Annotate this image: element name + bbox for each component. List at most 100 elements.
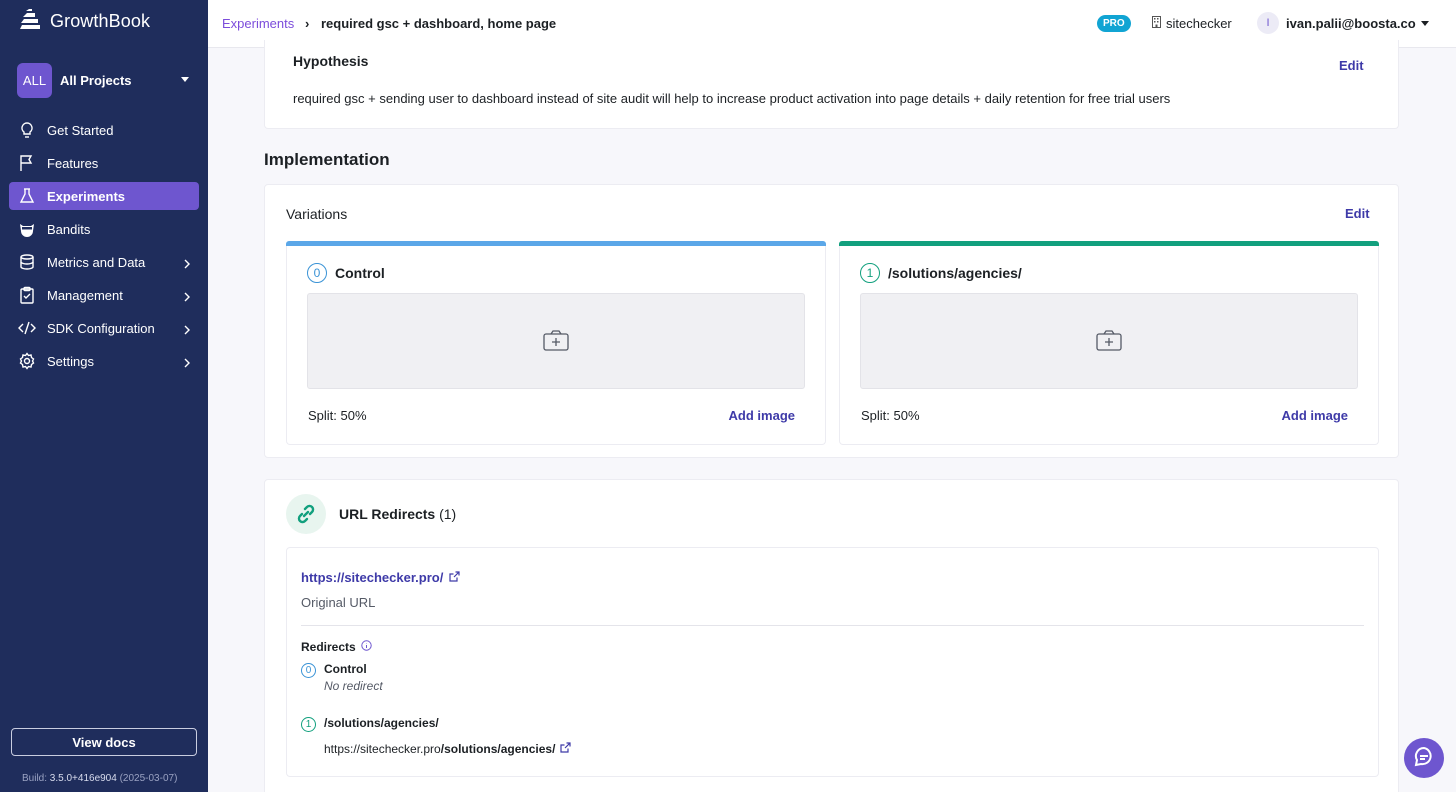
user-menu[interactable]: I ivan.palii@boosta.co [1257,12,1429,34]
sidebar-item-management[interactable]: Management [9,281,199,309]
variation-split: Split: 50% [861,408,920,423]
code-icon [18,319,36,337]
implementation-heading: Implementation [264,150,390,169]
sidebar-item-metrics-and-data[interactable]: Metrics and Data [9,248,199,276]
hypothesis-title: Hypothesis [293,53,369,69]
info-icon[interactable] [361,640,372,654]
variation-index-badge: 0 [307,263,327,283]
variations-card: Variations Edit 0 Control Split: 50% Add… [264,184,1399,458]
project-badge: ALL [17,62,52,98]
flag-icon [18,154,36,172]
org-selector[interactable]: sitechecker [1152,16,1232,31]
url-redirects-card: URL Redirects (1) https://sitechecker.pr… [264,479,1399,792]
sidebar-item-label: Get Started [47,122,114,138]
lightbulb-icon [18,121,36,139]
sidebar: GrowthBook ALL All Projects Get Started … [0,0,208,792]
variation-name: Control [335,265,385,281]
add-photo-icon [1096,329,1122,354]
growthbook-logo-icon [18,9,42,34]
sidebar-item-label: Metrics and Data [47,254,146,270]
sidebar-item-sdk-configuration[interactable]: SDK Configuration [9,314,199,342]
build-version: 3.5.0+416e904 [49,773,117,784]
flask-icon [18,187,36,205]
database-icon [18,253,36,271]
app-name: GrowthBook [50,11,151,31]
sidebar-item-label: Management [47,287,123,303]
sidebar-item-label: Experiments [47,188,126,204]
clipboard-icon [18,286,36,304]
sidebar-item-get-started[interactable]: Get Started [9,116,199,144]
sidebar-item-label: Settings [47,353,94,369]
chevron-right-icon [183,290,191,305]
variation-name: /solutions/agencies/ [888,265,1022,281]
original-url-label: Original URL [301,595,376,610]
variation-color-bar [839,241,1379,246]
divider [301,625,1364,626]
redirect-url-base: https://sitechecker.pro [324,742,441,756]
url-redirects-title: URL Redirects (1) [339,506,456,522]
redirect-variation-name: /solutions/agencies/ [324,716,439,730]
original-url-row[interactable]: https://sitechecker.pro/ [301,570,460,585]
original-url-link[interactable]: https://sitechecker.pro/ [301,570,443,585]
chevron-right-icon [183,257,191,272]
redirect-status: No redirect [324,679,383,693]
build-info: Build: 3.5.0+416e904 (2025-03-07) [22,773,177,784]
redirect-details: https://sitechecker.pro/ Original URL Re… [286,547,1379,777]
hypothesis-edit-link[interactable]: Edit [1339,58,1364,73]
redirect-url-path: /solutions/agencies/ [440,742,556,756]
variation-card-agencies: 1 /solutions/agencies/ Split: 50% Add im… [839,241,1379,445]
caret-down-icon [181,77,189,82]
build-label: Build: [22,773,48,784]
sidebar-item-settings[interactable]: Settings [9,347,199,375]
chat-support-button[interactable] [1404,738,1444,778]
sidebar-item-experiments[interactable]: Experiments [9,182,199,210]
redirect-body: /solutions/agencies/ https://sitechecker… [324,716,572,756]
breadcrumb-separator: › [305,16,310,31]
user-email: ivan.palii@boosta.co [1286,15,1416,31]
variation-image-dropzone[interactable] [860,293,1358,389]
redirects-label: Redirects [301,640,356,654]
redirects-heading: Redirects [301,640,372,654]
redirect-url: https://sitechecker.pro/solutions/agenci… [324,742,555,756]
chevron-right-icon [183,356,191,371]
url-redirects-label: URL Redirects [339,506,436,522]
project-selector[interactable]: ALL All Projects [17,62,195,98]
redirect-item-agencies: 1 /solutions/agencies/ https://sitecheck… [301,716,572,756]
gear-icon [18,352,36,370]
variation-image-dropzone[interactable] [307,293,805,389]
variation-header: 0 Control [307,263,385,283]
add-image-link[interactable]: Add image [729,408,795,423]
sidebar-nav: Get Started Features Experiments Bandits… [9,116,199,380]
variation-header: 1 /solutions/agencies/ [860,263,1022,283]
build-date: (2025-03-07) [119,773,178,784]
variations-title: Variations [286,206,348,222]
redirect-body: Control No redirect [324,662,383,693]
variation-index-badge: 1 [301,717,316,732]
sidebar-item-label: Bandits [47,221,91,237]
sidebar-item-label: SDK Configuration [47,320,155,336]
redirect-url-link[interactable]: https://sitechecker.pro/solutions/agenci… [324,742,572,756]
sidebar-item-features[interactable]: Features [9,149,199,177]
chat-icon [1413,746,1435,771]
redirect-item-control: 0 Control No redirect [301,662,383,693]
page-title: required gsc + dashboard, home page [321,16,557,31]
variations-edit-link[interactable]: Edit [1345,206,1370,221]
sidebar-item-bandits[interactable]: Bandits [9,215,199,243]
pro-badge: PRO [1097,15,1131,32]
sidebar-item-label: Features [47,155,99,171]
bandit-icon [18,220,36,238]
project-name: All Projects [60,72,132,88]
variation-card-control: 0 Control Split: 50% Add image [286,241,826,445]
url-redirects-count: (1) [439,506,457,522]
hypothesis-card: Hypothesis Edit required gsc + sending u… [264,40,1399,129]
add-photo-icon [543,329,569,354]
app-logo[interactable]: GrowthBook [18,9,150,34]
variation-color-bar [286,241,826,246]
caret-down-icon [1420,20,1429,26]
variation-split: Split: 50% [308,408,367,423]
building-icon [1152,16,1161,31]
view-docs-button[interactable]: View docs [11,728,197,756]
external-link-icon [560,742,572,756]
breadcrumb-experiments-link[interactable]: Experiments [222,16,294,31]
add-image-link[interactable]: Add image [1282,408,1348,423]
